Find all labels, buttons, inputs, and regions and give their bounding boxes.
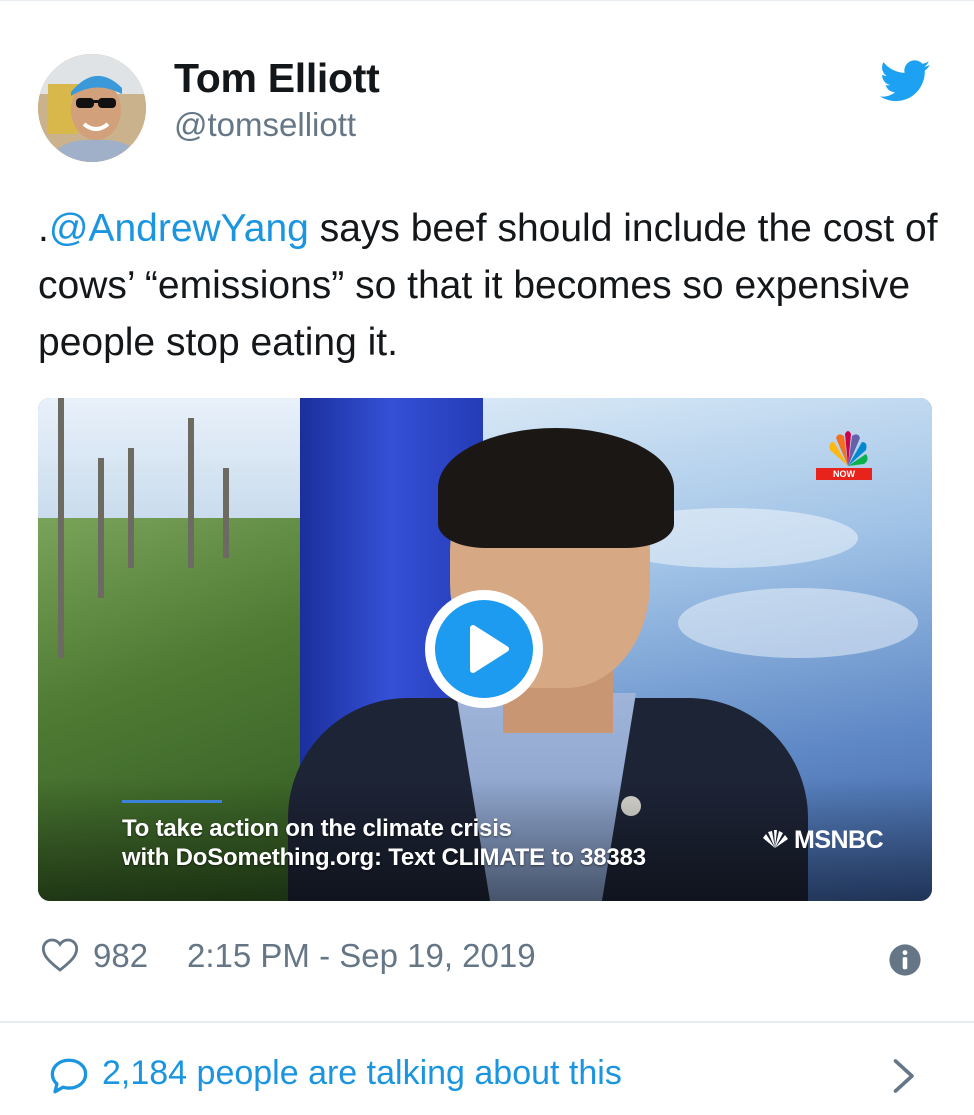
tweet-text: .@AndrewYang says beef should include th… — [38, 200, 938, 371]
info-icon[interactable] — [888, 943, 922, 977]
avatar-photo — [38, 54, 146, 162]
top-rule — [0, 0, 974, 1]
network-logo: MSNBC — [760, 826, 884, 855]
video-caption-line-2: with DoSomething.org: Text CLIMATE to 38… — [122, 844, 646, 871]
play-button[interactable] — [425, 590, 543, 708]
speech-bubble-icon[interactable] — [48, 1055, 90, 1097]
play-button-disc — [435, 600, 533, 698]
chevron-right-icon[interactable] — [888, 1058, 918, 1094]
play-icon — [470, 625, 509, 673]
now-tag: NOW — [816, 468, 872, 480]
video-scene-hair — [438, 428, 674, 548]
avatar[interactable] — [38, 54, 146, 162]
mention-link[interactable]: @AndrewYang — [49, 207, 309, 250]
video-scene-tree — [128, 448, 134, 568]
video-scene-cloud — [678, 588, 918, 658]
msnbc-peacock-icon — [763, 830, 788, 848]
like-count[interactable]: 982 — [93, 937, 148, 975]
tweet-text-prefix: . — [38, 207, 49, 250]
timestamp[interactable]: 2:15 PM - Sep 19, 2019 — [187, 937, 536, 975]
footer-divider — [0, 1021, 974, 1023]
heart-icon[interactable] — [40, 935, 80, 975]
display-name[interactable]: Tom Elliott — [174, 55, 380, 102]
video-caption-line-1: To take action on the climate crisis — [122, 815, 512, 842]
caption-rule — [122, 800, 222, 803]
conversation-link[interactable]: 2,184 people are talking about this — [102, 1054, 622, 1093]
video-scene-tree — [58, 398, 64, 658]
video-scene-tree — [98, 458, 104, 598]
video-player[interactable]: NOW To take action on the climate crisis… — [38, 398, 932, 901]
user-handle[interactable]: @tomselliott — [174, 106, 356, 144]
video-scene-tree — [223, 468, 229, 558]
network-name: MSNBC — [794, 826, 884, 854]
video-caption: To take action on the climate crisis wit… — [122, 814, 646, 872]
video-scene-tree — [188, 418, 194, 568]
twitter-bird-icon[interactable] — [880, 60, 930, 102]
